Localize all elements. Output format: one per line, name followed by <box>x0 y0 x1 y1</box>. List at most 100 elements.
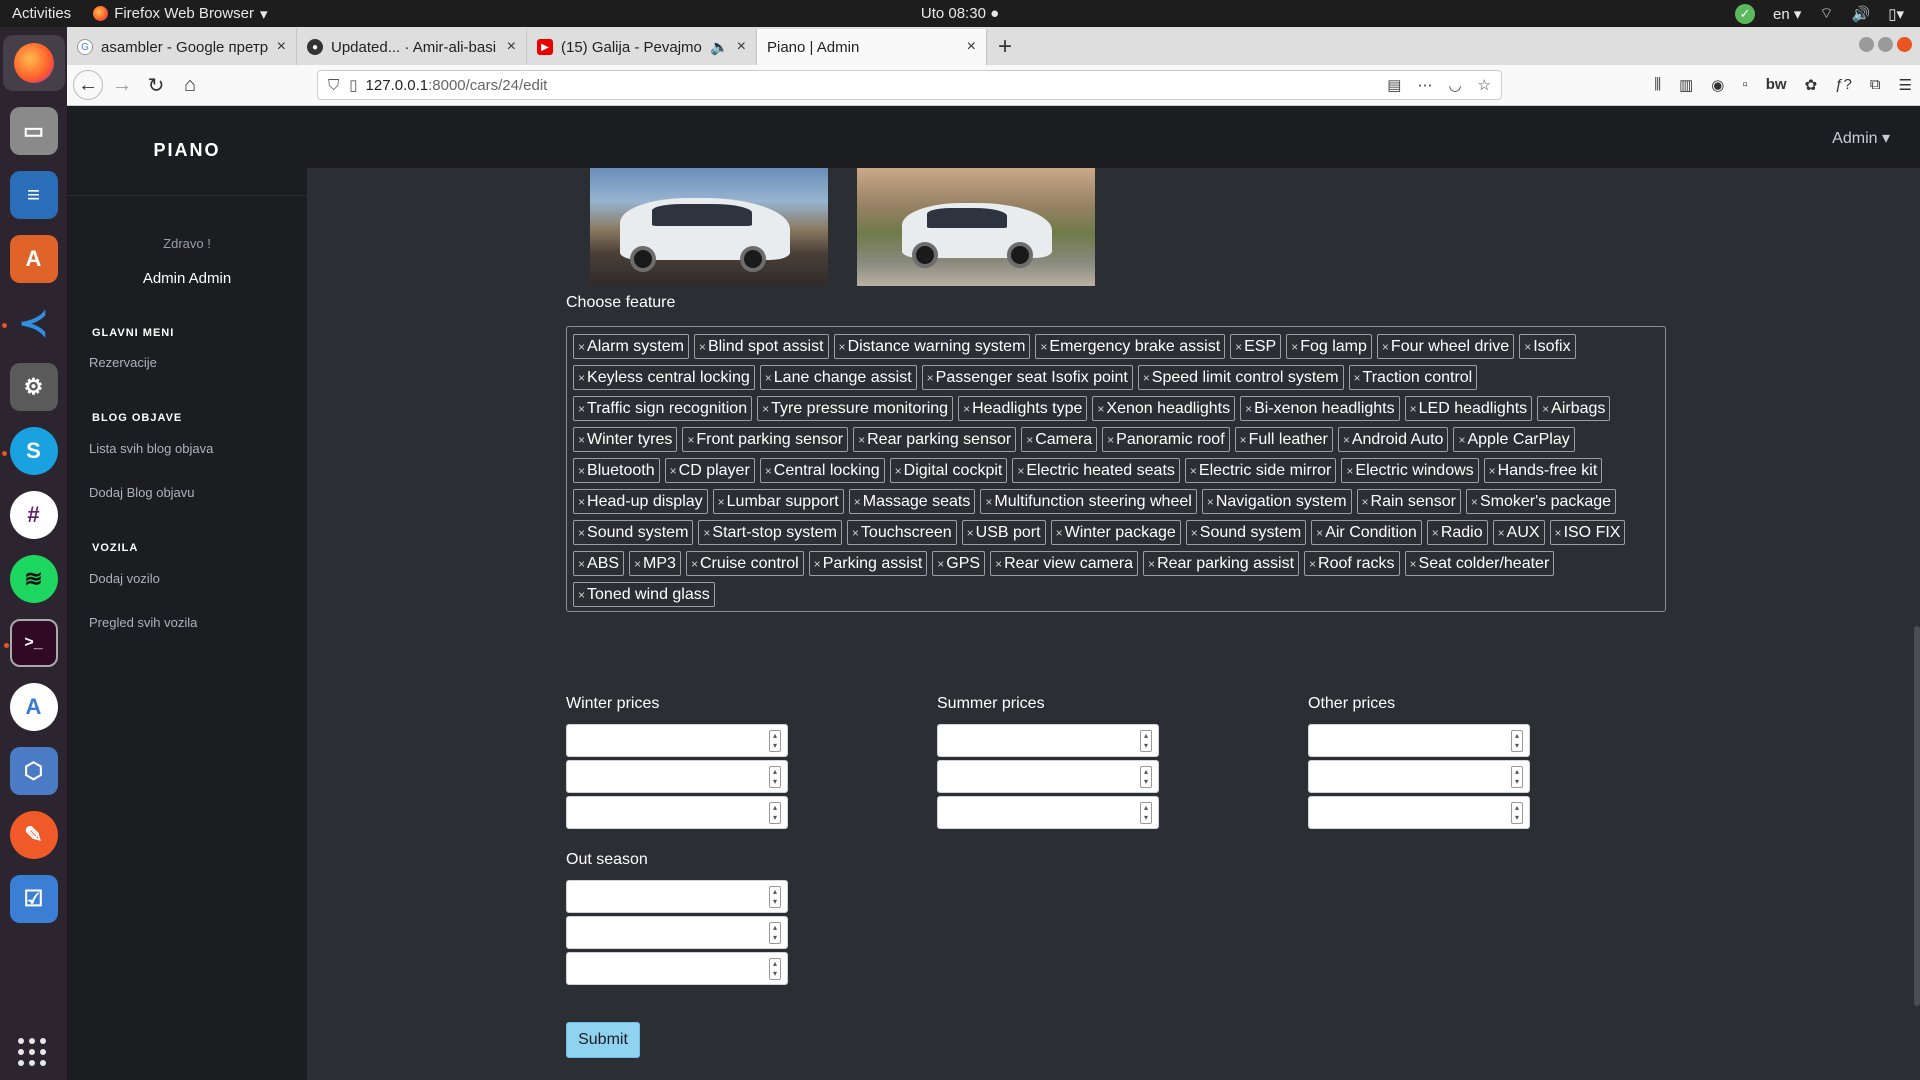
bookmark-star-icon[interactable]: ☆ <box>1478 76 1491 94</box>
remove-chip-icon[interactable]: × <box>985 495 992 509</box>
submit-button[interactable]: Submit <box>566 1022 640 1058</box>
feature-chip[interactable]: × Front parking sensor <box>682 427 849 452</box>
remove-chip-icon[interactable]: × <box>1343 433 1350 447</box>
app-menu[interactable]: Firefox Web Browser ▾ <box>93 5 267 23</box>
feature-chip[interactable]: × ABS <box>573 551 625 576</box>
shield-icon[interactable]: ⛉ <box>328 77 339 94</box>
remove-chip-icon[interactable]: × <box>578 557 585 571</box>
feature-chip[interactable]: × GPS <box>932 551 986 576</box>
feature-chip[interactable]: × Rear parking sensor <box>853 427 1017 452</box>
remove-chip-icon[interactable]: × <box>1017 464 1024 478</box>
volume-icon[interactable]: 🔊 <box>1852 5 1871 23</box>
spinner-icon[interactable]: ▴ ▾ <box>1140 802 1152 824</box>
feature-chip[interactable]: × Digital cockpit <box>889 458 1008 483</box>
spinner-icon[interactable]: ▴ ▾ <box>769 730 781 752</box>
minimize-icon[interactable] <box>1859 37 1874 52</box>
feature-chip[interactable]: × Roof racks <box>1304 551 1400 576</box>
remove-chip-icon[interactable]: × <box>1316 526 1323 540</box>
browser-tab[interactable]: ▶ (15) Galija - Pevajmo ( 🔈 × <box>527 29 757 65</box>
browser-tab[interactable]: ● Updated... · Amir-ali-basi × <box>297 29 527 65</box>
remove-chip-icon[interactable]: × <box>1489 464 1496 478</box>
remove-chip-icon[interactable]: × <box>1346 464 1353 478</box>
feature-chip[interactable]: × Rear view camera <box>990 551 1139 576</box>
winter-price-input[interactable]: ▴ ▾ <box>566 724 788 757</box>
feature-chip[interactable]: × Alarm system <box>573 334 689 359</box>
remove-chip-icon[interactable]: × <box>1235 340 1242 354</box>
maximize-icon[interactable] <box>1878 37 1893 52</box>
dock-virtualbox[interactable]: ⬡ <box>9 747 58 795</box>
dock-tasks[interactable]: ☑ <box>9 875 58 923</box>
remove-chip-icon[interactable]: × <box>1555 526 1562 540</box>
feature-chip[interactable]: × Xenon headlights <box>1092 396 1236 421</box>
sidebar-icon[interactable]: ▥ <box>1679 76 1693 94</box>
feature-chip[interactable]: × Sound system <box>1185 520 1307 545</box>
remove-chip-icon[interactable]: × <box>1498 526 1505 540</box>
spinner-icon[interactable]: ▴ ▾ <box>769 802 781 824</box>
out-season-price-input[interactable]: ▴ ▾ <box>566 880 788 913</box>
feature-chip[interactable]: × Navigation system <box>1201 489 1352 514</box>
summer-price-input[interactable]: ▴ ▾ <box>937 760 1159 793</box>
remove-chip-icon[interactable]: × <box>578 526 585 540</box>
feature-chip[interactable]: × Camera <box>1021 427 1098 452</box>
feature-chip[interactable]: × Apple CarPlay <box>1453 427 1575 452</box>
remove-chip-icon[interactable]: × <box>1309 557 1316 571</box>
dock-android-studio[interactable]: A <box>9 683 58 731</box>
feature-chip[interactable]: × Sound system <box>573 520 694 545</box>
remove-chip-icon[interactable]: × <box>1245 402 1252 416</box>
feature-chip[interactable]: × Multifunction steering wheel <box>980 489 1197 514</box>
remove-chip-icon[interactable]: × <box>1410 402 1417 416</box>
feature-chip[interactable]: × Full leather <box>1234 427 1333 452</box>
remove-chip-icon[interactable]: × <box>578 464 585 478</box>
feature-chip[interactable]: × Emergency brake assist <box>1035 334 1226 359</box>
remove-chip-icon[interactable]: × <box>1107 433 1114 447</box>
wifi-icon[interactable]: ⌔ <box>1819 4 1833 23</box>
feature-chip[interactable]: × AUX <box>1492 520 1545 545</box>
remove-chip-icon[interactable]: × <box>1291 340 1298 354</box>
remove-chip-icon[interactable]: × <box>691 557 698 571</box>
feature-chip[interactable]: × Air Condition <box>1311 520 1422 545</box>
spinner-icon[interactable]: ▴ ▾ <box>1140 730 1152 752</box>
feature-chip[interactable]: × Radio <box>1426 520 1488 545</box>
dock-writer[interactable]: ≡ <box>9 171 58 219</box>
car-photo[interactable] <box>857 168 1095 286</box>
feature-chip[interactable]: × Blind spot assist <box>693 334 829 359</box>
dock-slack[interactable]: # <box>9 491 58 539</box>
winter-price-input[interactable]: ▴ ▾ <box>566 796 788 829</box>
remove-chip-icon[interactable]: × <box>765 371 772 385</box>
feature-chip[interactable]: × Tyre pressure monitoring <box>757 396 954 421</box>
admin-dropdown[interactable]: Admin ▾ <box>1832 128 1890 148</box>
remove-chip-icon[interactable]: × <box>1458 433 1465 447</box>
out-season-price-input[interactable]: ▴ ▾ <box>566 916 788 949</box>
reader-view-icon[interactable]: ▤ <box>1387 76 1401 94</box>
remove-chip-icon[interactable]: × <box>1432 526 1439 540</box>
back-button[interactable]: ← <box>73 70 103 100</box>
remove-chip-icon[interactable]: × <box>578 588 585 602</box>
remove-chip-icon[interactable]: × <box>703 526 710 540</box>
remove-chip-icon[interactable]: × <box>578 371 585 385</box>
sidebar-item-all-vehicles[interactable]: Pregled svih vozila <box>89 615 197 630</box>
spinner-icon[interactable]: ▴ ▾ <box>1511 766 1523 788</box>
feature-chip[interactable]: × Hands-free kit <box>1483 458 1603 483</box>
remove-chip-icon[interactable]: × <box>1354 371 1361 385</box>
remove-chip-icon[interactable]: × <box>1097 402 1104 416</box>
feature-chip[interactable]: × Electric windows <box>1341 458 1479 483</box>
feature-chip[interactable]: × Electric side mirror <box>1184 458 1337 483</box>
close-icon[interactable]: × <box>967 38 976 56</box>
browser-tab[interactable]: G asambler - Google претр × <box>67 29 297 65</box>
feature-chip[interactable]: × MP3 <box>629 551 681 576</box>
account-icon[interactable]: ◉ <box>1711 76 1724 94</box>
remove-chip-icon[interactable]: × <box>1240 433 1247 447</box>
remove-chip-icon[interactable]: × <box>1542 402 1549 416</box>
remove-chip-icon[interactable]: × <box>578 340 585 354</box>
dock-skype[interactable]: S <box>1 427 58 475</box>
feature-chip[interactable]: × ESP <box>1230 334 1282 359</box>
more-actions-icon[interactable]: ⋯ <box>1417 76 1432 94</box>
window-close-icon[interactable] <box>1897 37 1912 52</box>
feature-chip[interactable]: × Head-up display <box>573 489 708 514</box>
feature-chip[interactable]: × Cruise control <box>685 551 804 576</box>
feature-chip[interactable]: × LED headlights <box>1404 396 1533 421</box>
feature-chip[interactable]: × Bi-xenon headlights <box>1240 396 1400 421</box>
spinner-icon[interactable]: ▴ ▾ <box>769 886 781 908</box>
feature-chip[interactable]: × Passenger seat Isofix point <box>921 365 1133 390</box>
remove-chip-icon[interactable]: × <box>1148 557 1155 571</box>
